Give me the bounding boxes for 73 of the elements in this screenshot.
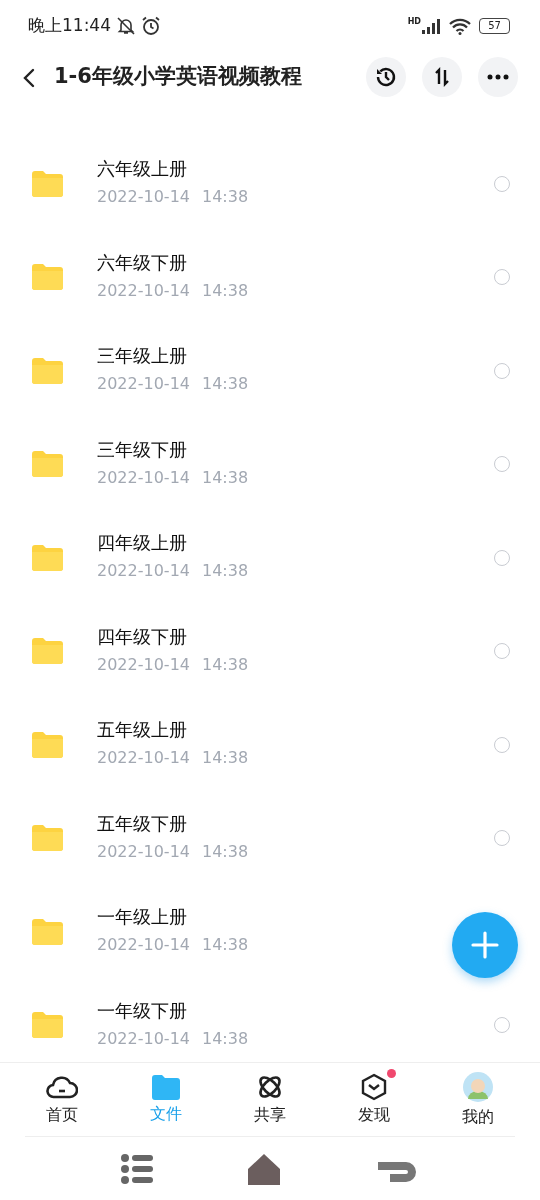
folder-time: 14:38 — [202, 840, 249, 863]
folder-time: 14:38 — [202, 466, 249, 489]
sort-button[interactable] — [422, 57, 462, 97]
select-checkbox[interactable] — [494, 175, 510, 192]
select-checkbox[interactable] — [494, 549, 510, 566]
folder-icon — [32, 357, 63, 384]
folder-name[interactable]: 六年级上册 — [97, 158, 249, 181]
nav-tab[interactable]: 共享 — [218, 1072, 322, 1127]
folder-date: 2022-10-14 — [97, 1027, 190, 1050]
select-checkbox[interactable] — [494, 830, 510, 847]
folder-icon — [32, 638, 63, 665]
status-time: 晚上11:44 — [28, 14, 111, 38]
alarm-icon — [141, 16, 161, 36]
more-button[interactable] — [478, 57, 518, 97]
folder-time: 14:38 — [202, 279, 249, 302]
folder-date: 2022-10-14 — [97, 653, 190, 676]
folder-time: 14:38 — [202, 373, 249, 396]
select-checkbox[interactable] — [494, 269, 510, 286]
folder-date: 2022-10-14 — [97, 186, 190, 209]
folder-time: 14:38 — [202, 934, 249, 957]
folder-icon — [32, 731, 63, 758]
history-button[interactable] — [366, 57, 406, 97]
folder-time: 14:38 — [202, 747, 249, 770]
folder-date: 2022-10-14 — [97, 840, 190, 863]
folder-date: 2022-10-14 — [97, 279, 190, 302]
folder-icon — [32, 451, 63, 478]
folder-name[interactable]: 一年级下册 — [97, 999, 249, 1022]
folder-time: 14:38 — [202, 560, 249, 583]
folder-name[interactable]: 五年级上册 — [97, 719, 249, 742]
nav-tab[interactable]: 发现 — [322, 1072, 426, 1127]
folder-date: 2022-10-14 — [97, 373, 190, 396]
select-checkbox[interactable] — [494, 1017, 510, 1034]
folder-name[interactable]: 五年级下册 — [97, 812, 249, 835]
folder-date: 2022-10-14 — [97, 560, 190, 583]
wifi-icon — [449, 17, 471, 35]
select-checkbox[interactable] — [494, 362, 510, 379]
avatar-icon — [462, 1070, 494, 1103]
signal-icon — [421, 18, 441, 34]
select-checkbox[interactable] — [494, 736, 510, 753]
add-button[interactable] — [452, 912, 518, 978]
plus-icon — [471, 931, 499, 959]
folder-name[interactable]: 一年级上册 — [97, 906, 249, 929]
folder-time: 14:38 — [202, 1027, 249, 1050]
network-label: HD — [407, 18, 421, 26]
folder-date: 2022-10-14 — [97, 934, 190, 957]
more-icon — [487, 74, 509, 80]
folder-icon — [32, 918, 63, 945]
folder-time: 14:38 — [202, 186, 249, 209]
folder-icon — [32, 264, 63, 291]
folder-name[interactable]: 四年级下册 — [97, 625, 249, 648]
folder-icon — [152, 1073, 180, 1100]
folder-icon — [32, 544, 63, 571]
folder-name[interactable]: 三年级下册 — [97, 438, 249, 461]
nav-tab[interactable]: 我的 — [426, 1070, 530, 1129]
hexagon-icon — [360, 1072, 388, 1101]
folder-icon — [32, 170, 63, 197]
folder-name[interactable]: 三年级上册 — [97, 345, 249, 368]
chevron-left-icon — [22, 66, 36, 89]
folder-time: 14:38 — [202, 653, 249, 676]
folder-date: 2022-10-14 — [97, 466, 190, 489]
folder-name[interactable]: 四年级上册 — [97, 532, 249, 555]
menu-icon[interactable] — [120, 1151, 154, 1186]
history-icon — [374, 65, 398, 89]
nav-tab[interactable]: 首页 — [10, 1072, 114, 1127]
folder-name[interactable]: 六年级下册 — [97, 251, 249, 274]
folder-icon — [32, 1012, 63, 1039]
page-title: 1-6年级小学英语视频教程 — [54, 63, 302, 91]
battery-indicator: 57 — [479, 18, 510, 34]
folder-icon — [32, 825, 63, 852]
select-checkbox[interactable] — [494, 643, 510, 660]
select-checkbox[interactable] — [494, 456, 510, 473]
muted-bell-icon — [115, 16, 137, 36]
folder-date: 2022-10-14 — [97, 747, 190, 770]
